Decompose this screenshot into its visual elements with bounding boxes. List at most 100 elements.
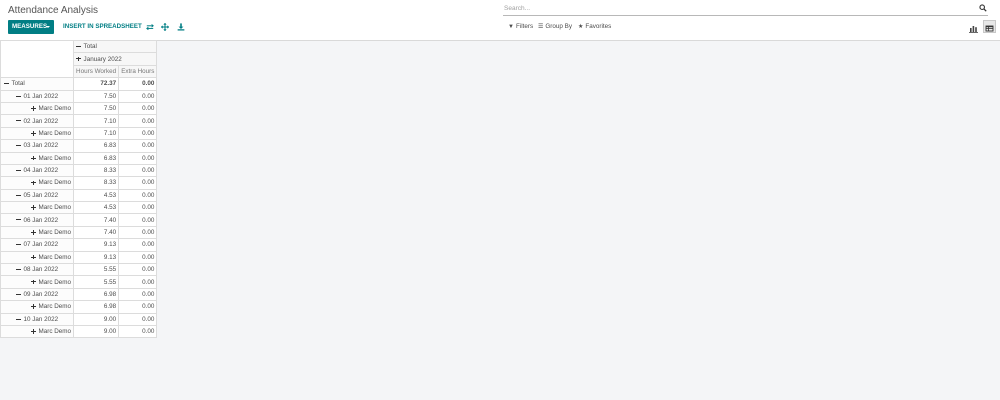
row-header[interactable]: Marc Demo (0, 250, 75, 265)
download-icon[interactable] (177, 23, 185, 31)
row-header[interactable]: 09 Jan 2022 (0, 287, 75, 302)
cell-hours-worked[interactable]: 6.98 (73, 287, 120, 302)
row-header-label: Marc Demo (38, 129, 72, 137)
row-header[interactable]: 02 Jan 2022 (0, 114, 75, 128)
row-header[interactable]: Marc Demo (0, 324, 75, 339)
cell-hours-worked[interactable]: 6.83 (73, 139, 120, 153)
row-header[interactable]: Marc Demo (0, 275, 75, 289)
measure-header-extra-hours[interactable]: Extra Hours (118, 64, 158, 79)
search-input[interactable]: Search... (503, 3, 988, 16)
cell-hours-worked[interactable]: 7.40 (73, 225, 120, 240)
cell-extra-hours[interactable]: 0.00 (118, 176, 158, 190)
table-row: Marc Demo 7.50 0.00 (0, 101, 158, 116)
cell-extra-hours[interactable]: 0.00 (118, 312, 158, 327)
cell-extra-hours[interactable]: 0.00 (118, 89, 158, 103)
cell-hours-worked[interactable]: 5.55 (73, 263, 120, 277)
row-header-label: 01 Jan 2022 (23, 92, 59, 100)
row-header[interactable]: 05 Jan 2022 (0, 188, 75, 203)
row-header[interactable]: 03 Jan 2022 (0, 139, 75, 153)
cell-extra-hours[interactable]: 0.00 (118, 213, 158, 227)
cell-extra-hours[interactable]: 0.00 (118, 275, 158, 289)
cell-hours-worked[interactable]: 7.40 (73, 213, 120, 227)
row-header-label: 08 Jan 2022 (23, 266, 59, 274)
cell-extra-hours[interactable]: 0.00 (118, 287, 158, 302)
row-header-label: Marc Demo (38, 229, 72, 237)
cell-extra-hours[interactable]: 0.00 (118, 238, 158, 252)
favorites-button[interactable]: ★ Favorites (578, 21, 611, 33)
cell-hours-worked[interactable]: 6.83 (73, 151, 120, 165)
collapse-icon (16, 193, 21, 198)
flip-axis-icon[interactable] (146, 23, 154, 31)
cell-extra-hours[interactable]: 0.00 (118, 163, 158, 178)
row-header[interactable]: 04 Jan 2022 (0, 163, 75, 178)
row-header[interactable]: Total (0, 77, 75, 91)
cell-hours-worked[interactable]: 9.13 (73, 250, 120, 265)
cell-extra-hours[interactable]: 0.00 (118, 101, 158, 116)
cell-hours-worked[interactable]: 9.00 (73, 312, 120, 327)
cell-hours-worked[interactable]: 7.50 (73, 101, 120, 116)
cell-extra-hours[interactable]: 0.00 (118, 188, 158, 203)
cell-hours-worked[interactable]: 4.53 (73, 188, 120, 203)
row-header[interactable]: Marc Demo (0, 201, 75, 215)
measure-header-hours-worked[interactable]: Hours Worked (73, 64, 120, 79)
row-header-label: Marc Demo (38, 303, 72, 311)
cell-extra-hours[interactable]: 0.00 (118, 126, 158, 141)
cell-hours-worked[interactable]: 9.00 (73, 324, 120, 339)
row-header[interactable]: Marc Demo (0, 151, 75, 165)
row-header[interactable]: 07 Jan 2022 (0, 238, 75, 252)
filter-icon: ▼ (508, 24, 514, 30)
row-header[interactable]: Marc Demo (0, 126, 75, 141)
table-row: Marc Demo 9.13 0.00 (0, 250, 158, 265)
graph-view-button[interactable] (967, 20, 980, 34)
measures-button[interactable]: MEASURES (8, 20, 54, 34)
cell-extra-hours[interactable]: 0.00 (118, 151, 158, 165)
row-header[interactable]: 08 Jan 2022 (0, 263, 75, 277)
row-header[interactable]: 10 Jan 2022 (0, 312, 75, 327)
cell-extra-hours[interactable]: 0.00 (118, 77, 158, 91)
group-by-button[interactable]: ☰ Group By (538, 21, 572, 33)
collapse-icon (16, 119, 21, 124)
row-header[interactable]: Marc Demo (0, 101, 75, 116)
expand-all-icon[interactable] (161, 23, 169, 31)
table-row: 02 Jan 2022 7.10 0.00 (0, 114, 158, 128)
expand-icon (31, 329, 36, 334)
cell-hours-worked[interactable]: 6.98 (73, 300, 120, 314)
row-header-label: 05 Jan 2022 (23, 191, 59, 199)
col-header-month-label: January 2022 (83, 55, 122, 63)
cell-hours-worked[interactable]: 7.10 (73, 126, 120, 141)
cell-hours-worked[interactable]: 9.13 (73, 238, 120, 252)
cell-hours-worked[interactable]: 7.10 (73, 114, 120, 128)
table-row: 06 Jan 2022 7.40 0.00 (0, 213, 158, 227)
table-row: 05 Jan 2022 4.53 0.00 (0, 188, 158, 203)
search-icon[interactable] (979, 4, 987, 12)
cell-hours-worked[interactable]: 8.33 (73, 163, 120, 178)
cell-extra-hours[interactable]: 0.00 (118, 250, 158, 265)
cell-extra-hours[interactable]: 0.00 (118, 263, 158, 277)
cell-hours-worked[interactable]: 8.33 (73, 176, 120, 190)
caret-down-icon (46, 26, 50, 28)
cell-hours-worked[interactable]: 4.53 (73, 201, 120, 215)
row-header[interactable]: 06 Jan 2022 (0, 213, 75, 227)
cell-extra-hours[interactable]: 0.00 (118, 300, 158, 314)
cell-extra-hours[interactable]: 0.00 (118, 225, 158, 240)
row-header[interactable]: Marc Demo (0, 300, 75, 314)
row-header-label: 06 Jan 2022 (23, 216, 59, 224)
pivot-view-button[interactable] (983, 20, 996, 33)
col-header-month[interactable]: January 2022 (73, 52, 158, 66)
cell-extra-hours[interactable]: 0.00 (118, 139, 158, 153)
cell-hours-worked[interactable]: 5.55 (73, 275, 120, 289)
insert-in-spreadsheet-button[interactable]: INSERT IN SPREADSHEET (63, 20, 142, 34)
filters-button[interactable]: ▼ Filters (508, 21, 533, 33)
table-row: Marc Demo 7.40 0.00 (0, 225, 158, 240)
row-header[interactable]: Marc Demo (0, 225, 75, 240)
col-header-total[interactable]: Total (73, 39, 158, 54)
row-header[interactable]: Marc Demo (0, 176, 75, 190)
table-row: 04 Jan 2022 8.33 0.00 (0, 163, 158, 178)
cell-extra-hours[interactable]: 0.00 (118, 201, 158, 215)
cell-extra-hours[interactable]: 0.00 (118, 324, 158, 339)
table-row: 09 Jan 2022 6.98 0.00 (0, 287, 158, 302)
cell-hours-worked[interactable]: 72.37 (73, 77, 120, 91)
cell-hours-worked[interactable]: 7.50 (73, 89, 120, 103)
cell-extra-hours[interactable]: 0.00 (118, 114, 158, 128)
row-header[interactable]: 01 Jan 2022 (0, 89, 75, 103)
